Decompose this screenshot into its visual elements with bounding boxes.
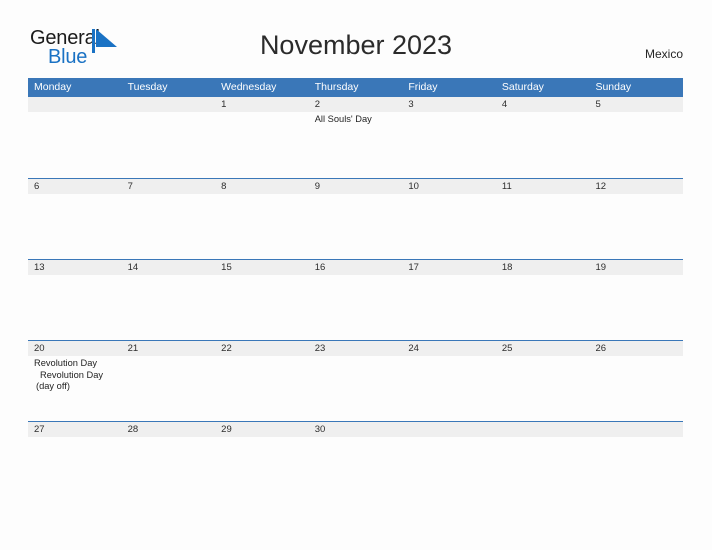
day-cell-empty [402, 422, 496, 502]
day-cell[interactable]: 6 [28, 179, 122, 259]
day-cell[interactable]: 19 [589, 260, 683, 340]
day-number: 12 [595, 181, 607, 192]
week-cells: 13 14 15 16 17 18 19 [28, 260, 683, 340]
weekday-header-saturday: Saturday [501, 81, 544, 93]
day-cell[interactable]: 23 [309, 341, 403, 421]
holiday-event: All Souls' Day [314, 114, 372, 124]
day-cell[interactable]: 10 [402, 179, 496, 259]
day-number [595, 422, 680, 437]
weekday-header-monday: Monday [34, 81, 72, 93]
day-cell[interactable]: 29 [215, 422, 309, 502]
calendar-week-row: 20 Revolution Day Revolution Day (day off)… [28, 340, 683, 421]
week-cells: 20 Revolution Day Revolution Day (day off)… [28, 341, 683, 421]
week-cells: 6 7 8 9 10 11 12 [28, 179, 683, 259]
day-number [408, 422, 493, 437]
week-cells: 1 2 All Souls' Day 3 4 5 [28, 97, 683, 178]
calendar-week-row: 6 7 8 9 10 11 12 [28, 178, 683, 259]
day-number: 22 [221, 343, 232, 354]
day-cell-empty [122, 97, 216, 178]
day-cell-empty [496, 422, 590, 502]
day-number: 20 [34, 343, 45, 354]
day-number: 30 [314, 424, 326, 435]
day-number: 29 [221, 424, 232, 435]
weekday-header-wednesday: Wednesday [221, 81, 277, 93]
holiday-event: Revolution Day [34, 358, 98, 368]
day-number: 2 [314, 99, 321, 110]
day-number: 28 [127, 424, 139, 435]
calendar-page: General Blue November 2023 Mexico Monday… [0, 0, 712, 550]
day-number: 21 [127, 343, 139, 354]
day-number: 8 [221, 181, 227, 192]
day-number: 16 [314, 262, 326, 273]
day-cell-empty [589, 422, 683, 502]
day-cell[interactable]: 24 [402, 341, 496, 421]
day-events: All Souls' Day [315, 112, 400, 126]
calendar-grid: Monday Tuesday Wednesday Thursday Friday Satu… [28, 78, 683, 502]
day-cell[interactable]: 7 [122, 179, 216, 259]
day-number: 18 [501, 262, 513, 273]
day-number: 15 [221, 262, 232, 273]
day-number: 19 [595, 262, 607, 273]
calendar-weeks: 1 2 All Souls' Day 3 4 5 6 7 8 9 10 11 12 13 14 15 16 17 1… [28, 97, 683, 502]
day-cell[interactable]: 1 [215, 97, 309, 178]
day-cell[interactable]: 18 [496, 260, 590, 340]
day-cell[interactable]: 12 [589, 179, 683, 259]
page-title: November 2023 [259, 30, 453, 60]
day-cell[interactable]: 4 [496, 97, 590, 178]
page-header: General Blue November 2023 Mexico [0, 0, 712, 78]
day-cell[interactable]: 15 [215, 260, 309, 340]
holiday-event: Revolution Day (day off) [36, 369, 104, 392]
day-number [502, 422, 587, 437]
day-number: 13 [34, 262, 45, 273]
day-cell[interactable]: 20 Revolution Day Revolution Day (day off) [28, 341, 122, 421]
day-cell[interactable]: 3 [402, 97, 496, 178]
day-cell[interactable]: 25 [496, 341, 590, 421]
day-cell[interactable]: 30 [309, 422, 403, 502]
day-cell[interactable]: 5 [589, 97, 683, 178]
week-cells: 27 28 29 30 [28, 422, 683, 502]
day-number: 1 [221, 99, 227, 110]
day-number [34, 97, 119, 112]
calendar-week-row: 27 28 29 30 [28, 421, 683, 502]
calendar-week-row: 1 2 All Souls' Day 3 4 5 [28, 97, 683, 178]
day-cell[interactable]: 17 [402, 260, 496, 340]
day-cell-empty [28, 97, 122, 178]
day-cell[interactable]: 21 [122, 341, 216, 421]
day-cell[interactable]: 11 [496, 179, 590, 259]
day-number: 14 [127, 262, 139, 273]
day-cell[interactable]: 2 All Souls' Day [309, 97, 403, 178]
day-cell[interactable]: 9 [309, 179, 403, 259]
day-cell[interactable]: 28 [122, 422, 216, 502]
day-cell[interactable]: 13 [28, 260, 122, 340]
day-events: Revolution Day Revolution Day (day off) [34, 356, 119, 393]
day-cell[interactable]: 16 [309, 260, 403, 340]
day-cell[interactable]: 27 [28, 422, 122, 502]
day-number [128, 97, 213, 112]
weekday-header-friday: Friday [408, 81, 438, 93]
country-label: Mexico [644, 47, 683, 61]
day-cell[interactable]: 26 [589, 341, 683, 421]
weekday-header-row: Monday Tuesday Wednesday Thursday Friday Satu… [28, 78, 683, 97]
day-number: 23 [314, 343, 326, 354]
day-number: 27 [34, 424, 45, 435]
day-number: 9 [314, 181, 321, 192]
weekday-header-thursday: Thursday [314, 81, 359, 93]
day-cell[interactable]: 22 [215, 341, 309, 421]
day-number: 5 [595, 99, 601, 110]
day-number: 24 [408, 343, 419, 354]
weekday-header-tuesday: Tuesday [127, 81, 168, 93]
day-number: 6 [34, 181, 40, 192]
weekday-header-sunday: Sunday [595, 81, 632, 93]
day-number: 17 [408, 262, 419, 273]
day-number: 25 [501, 343, 513, 354]
day-number: 11 [501, 181, 512, 192]
day-cell[interactable]: 14 [122, 260, 216, 340]
day-number: 10 [408, 181, 419, 192]
day-number: 7 [127, 181, 133, 192]
day-number: 26 [595, 343, 607, 354]
calendar-week-row: 13 14 15 16 17 18 19 [28, 259, 683, 340]
day-cell[interactable]: 8 [215, 179, 309, 259]
day-number: 4 [501, 99, 508, 110]
day-number: 3 [408, 99, 414, 110]
